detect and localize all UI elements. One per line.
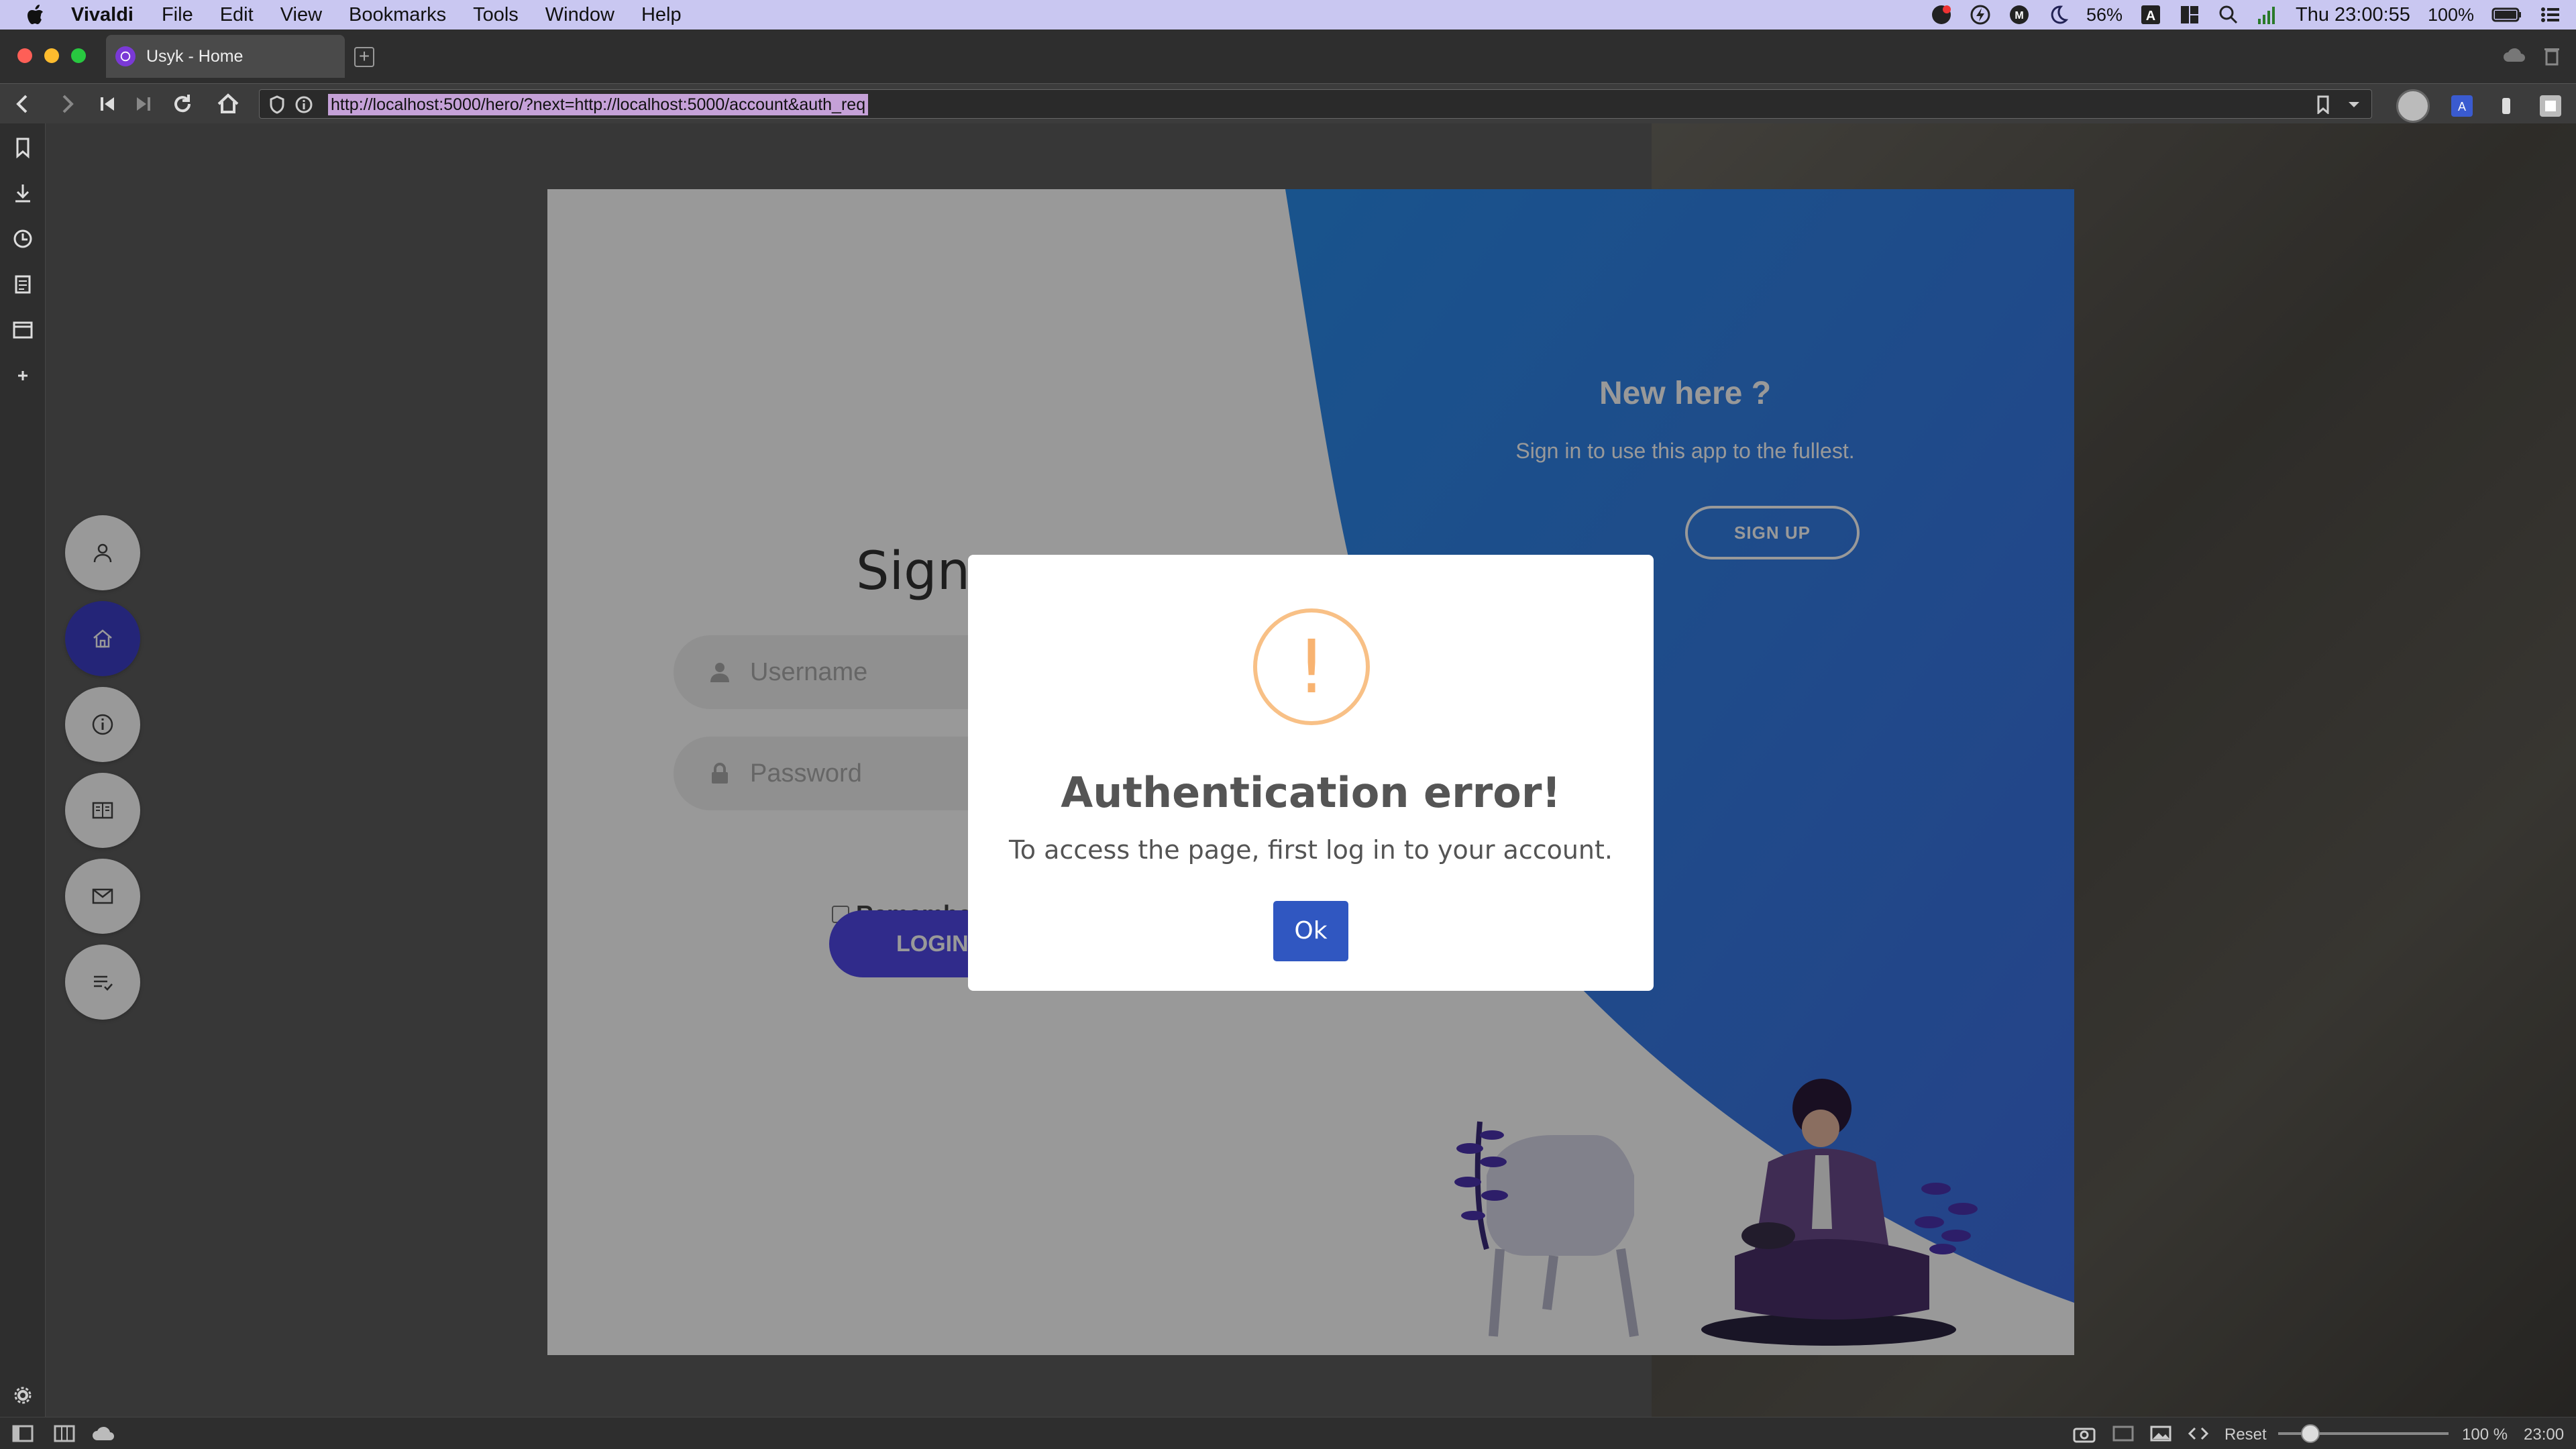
zoom-slider-thumb[interactable] [2301, 1424, 2320, 1443]
warning-icon: ! [1253, 608, 1370, 725]
translate-icon[interactable]: A [2450, 94, 2474, 118]
url-text[interactable]: http://localhost:5000/hero/?next=http://… [328, 94, 869, 115]
home-icon[interactable] [216, 92, 240, 116]
battery-icon[interactable] [2491, 4, 2522, 25]
window-close-button[interactable] [17, 48, 32, 63]
sync-status-cloud-icon[interactable] [91, 1426, 115, 1442]
svg-text:A: A [2458, 100, 2466, 113]
address-bar: http://localhost:5000/hero/?next=http://… [0, 83, 2576, 123]
window-minimize-button[interactable] [44, 48, 59, 63]
tab-strip: Usyk - Home + [0, 30, 2576, 83]
shield-icon[interactable] [269, 95, 285, 114]
status-bar: Reset 100 % 23:00 [0, 1417, 2576, 1449]
dialog-message: To access the page, first log in to your… [1009, 835, 1613, 865]
m-app-icon[interactable]: M [2008, 4, 2030, 25]
web-content: Sign Username Password Remembe LOGIN New… [46, 123, 2576, 1417]
dropdown-chevron-icon[interactable] [2347, 101, 2361, 109]
ok-button[interactable]: Ok [1273, 901, 1348, 961]
battery-text: 100% [2427, 4, 2474, 25]
clock-text[interactable]: Thu 23:00:55 [2296, 4, 2410, 26]
vivaldi-side-panel [0, 123, 46, 1417]
zoom-level: 100 % [2462, 1426, 2508, 1444]
extension-2-icon[interactable] [2538, 94, 2563, 118]
images-toggle-icon[interactable] [2149, 1424, 2172, 1443]
page-tiling-icon[interactable] [2112, 1424, 2135, 1443]
back-icon[interactable] [11, 92, 35, 116]
bookmark-page-icon[interactable] [2316, 95, 2330, 114]
notes-panel-icon[interactable] [12, 274, 34, 295]
tile-tabs-icon[interactable] [54, 1424, 75, 1443]
svg-text:A: A [2146, 9, 2155, 23]
url-field[interactable]: http://localhost:5000/hero/?next=http://… [259, 89, 2372, 119]
search-icon[interactable] [2218, 4, 2239, 25]
control-center-icon[interactable] [2540, 4, 2561, 25]
menu-help[interactable]: Help [641, 4, 682, 26]
extension-icon[interactable] [2494, 94, 2518, 118]
zoom-reset-button[interactable]: Reset [2224, 1426, 2267, 1444]
battery-small-text: 56% [2086, 4, 2123, 25]
bolt-icon[interactable] [1970, 4, 1991, 25]
menu-bookmarks[interactable]: Bookmarks [349, 4, 446, 26]
forward-icon[interactable] [55, 92, 79, 116]
tab-usyk-home[interactable]: Usyk - Home [106, 35, 345, 78]
capture-camera-icon[interactable] [2073, 1424, 2096, 1443]
tab-title: Usyk - Home [146, 46, 244, 66]
notification-badge-icon[interactable] [1931, 4, 1952, 25]
macos-menubar: Vivaldi File Edit View Bookmarks Tools W… [0, 0, 2576, 30]
grid-layout-icon[interactable] [2179, 4, 2200, 25]
trash-icon[interactable] [2544, 47, 2560, 66]
bookmarks-panel-icon[interactable] [12, 137, 34, 159]
page-actions-icon[interactable] [2187, 1424, 2210, 1443]
new-tab-button[interactable]: + [354, 47, 374, 67]
signal-icon[interactable] [2257, 4, 2278, 25]
history-panel-icon[interactable] [12, 228, 34, 250]
menu-view[interactable]: View [280, 4, 322, 26]
tab-favicon-icon [115, 46, 136, 66]
apple-icon[interactable] [27, 5, 44, 25]
svg-text:M: M [2015, 10, 2023, 21]
menu-file[interactable]: File [162, 4, 193, 26]
downloads-panel-icon[interactable] [12, 182, 34, 204]
menu-window[interactable]: Window [545, 4, 614, 26]
moon-icon[interactable] [2047, 4, 2069, 25]
menu-edit[interactable]: Edit [220, 4, 254, 26]
window-zoom-button[interactable] [71, 48, 86, 63]
site-info-icon[interactable] [294, 95, 313, 114]
reload-icon[interactable] [170, 92, 195, 116]
sync-cloud-icon[interactable] [2502, 47, 2526, 63]
dialog-title: Authentication error! [1061, 768, 1561, 817]
zoom-slider[interactable] [2278, 1424, 2449, 1443]
fast-forward-icon[interactable] [131, 92, 156, 116]
keyboard-input-icon[interactable]: A [2140, 4, 2161, 25]
auth-error-dialog: ! Authentication error! To access the pa… [968, 555, 1654, 991]
window-panel-icon[interactable] [12, 319, 34, 341]
settings-gear-icon[interactable] [12, 1385, 34, 1406]
panel-toggle-icon[interactable] [12, 1424, 34, 1443]
status-clock: 23:00 [2524, 1426, 2565, 1444]
app-menu-vivaldi[interactable]: Vivaldi [71, 4, 133, 26]
rewind-icon[interactable] [95, 92, 119, 116]
menu-tools[interactable]: Tools [473, 4, 519, 26]
add-web-panel-icon[interactable] [12, 365, 34, 386]
profile-avatar[interactable] [2396, 89, 2430, 123]
